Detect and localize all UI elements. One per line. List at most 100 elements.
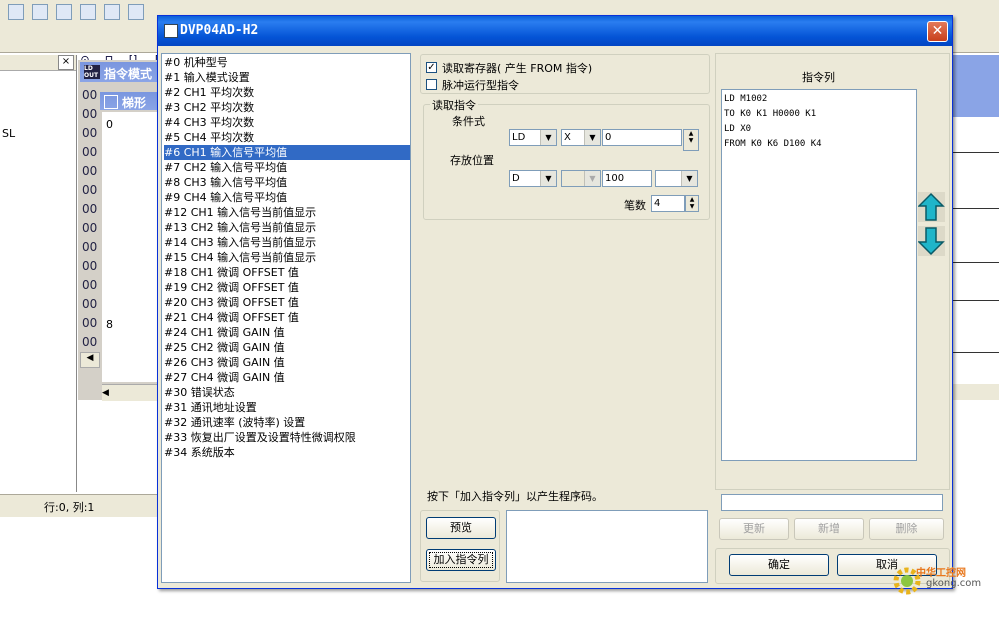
read-register-checkbox[interactable]: ✓ (426, 62, 437, 73)
count-input[interactable]: 4 (651, 195, 685, 212)
scroll-left-icon[interactable]: ◀ (80, 352, 100, 368)
cursor-position: 行:0, 列:1 (44, 501, 95, 514)
watermark-url: gkong.com (926, 578, 982, 589)
window-title-strip (952, 55, 999, 117)
chevron-down-icon: ▼ (681, 171, 697, 186)
list-item[interactable]: #2 CH1 平均次数 (164, 85, 410, 100)
row-label: 00 (82, 107, 98, 121)
preview-button[interactable]: 预览 (426, 517, 496, 539)
chevron-down-icon: ▼ (540, 171, 556, 186)
instruction-line: TO K0 K1 H0000 K1 (724, 109, 817, 119)
document-icon (164, 24, 178, 38)
row-label: 00 (82, 278, 98, 292)
watermark-brand: 中华工控网 (916, 568, 966, 579)
instruction-list-title: 指令列 (802, 71, 835, 84)
toolbar-icon[interactable] (8, 4, 24, 20)
ladder-icon (104, 95, 118, 109)
status-bar: 行:0, 列:1 (0, 494, 160, 517)
list-item[interactable]: #3 CH2 平均次数 (164, 100, 410, 115)
list-item[interactable]: #9 CH4 输入信号平均值 (164, 190, 410, 205)
count-label: 笔数 (624, 199, 646, 212)
add-to-list-button[interactable]: 加入指令列 (426, 549, 496, 571)
row-label: 00 (82, 164, 98, 178)
toolbar-icon[interactable] (32, 4, 48, 20)
instruction-line: FROM K0 K6 D100 K4 (724, 139, 822, 149)
ladder-rung-line (952, 208, 999, 209)
condition-spin[interactable]: ▲ ▼ (683, 129, 699, 151)
list-item[interactable]: #8 CH3 输入信号平均值 (164, 175, 410, 190)
list-item[interactable]: #1 输入模式设置 (164, 70, 410, 85)
list-item[interactable]: #19 CH2 微调 OFFSET 值 (164, 280, 410, 295)
dialog-title-bar[interactable]: DVP04AD-H2 ✕ (158, 16, 952, 46)
condition-value-input[interactable]: 0 (602, 129, 682, 146)
list-item[interactable]: #30 错误状态 (164, 385, 410, 400)
list-item[interactable]: #14 CH3 输入信号当前值显示 (164, 235, 410, 250)
list-item[interactable]: #34 系统版本 (164, 445, 410, 460)
list-item[interactable]: #0 机种型号 (164, 55, 410, 70)
update-button[interactable]: 更新 (719, 518, 789, 540)
row-label: 00 (82, 183, 98, 197)
ladder-title-text: 梯形 (122, 96, 147, 110)
close-button[interactable]: ✕ (927, 21, 948, 42)
condition-op-select[interactable]: LD ▼ (509, 129, 557, 146)
list-item[interactable]: #21 CH4 微调 OFFSET 值 (164, 310, 410, 325)
list-item[interactable]: #31 通讯地址设置 (164, 400, 410, 415)
toolbar-icon[interactable] (56, 4, 72, 20)
toolbar-icon[interactable] (104, 4, 120, 20)
list-item[interactable]: #18 CH1 微调 OFFSET 值 (164, 265, 410, 280)
horizontal-scrollbar[interactable] (952, 384, 999, 400)
list-item[interactable]: #7 CH2 输入信号平均值 (164, 160, 410, 175)
store-value-input[interactable]: 100 (602, 170, 652, 187)
ladder-area[interactable]: 0 8 (102, 112, 158, 382)
instruction-edit-input[interactable] (721, 494, 943, 511)
instruction-list-memo[interactable]: LD M1002 TO K0 K1 H0000 K1 LD X0 FROM K0… (721, 89, 917, 461)
pulse-checkbox[interactable] (426, 79, 437, 90)
list-item[interactable]: #33 恢复出厂设置及设置特性微调权限 (164, 430, 410, 445)
list-item[interactable]: #26 CH3 微调 GAIN 值 (164, 355, 410, 370)
row-label: 00 (82, 259, 98, 273)
arrow-down-icon (917, 227, 945, 256)
list-item[interactable]: #32 通讯速率 (波特率) 设置 (164, 415, 410, 430)
close-icon[interactable]: × (58, 55, 74, 70)
store-device-select[interactable]: D ▼ (509, 170, 557, 187)
project-pane-header: × (0, 55, 76, 71)
list-item[interactable]: #15 CH4 输入信号当前值显示 (164, 250, 410, 265)
project-pane: SL (0, 55, 77, 492)
list-item[interactable]: #4 CH3 平均次数 (164, 115, 410, 130)
toolbar-icon[interactable] (128, 4, 144, 20)
count-spin[interactable]: ▲ ▼ (685, 195, 699, 212)
add-new-button[interactable]: 新增 (794, 518, 864, 540)
pulse-label: 脉冲运行型指令 (442, 79, 519, 92)
list-item-selected[interactable]: #6 CH1 输入信号平均值 (164, 145, 410, 160)
register-list[interactable]: #0 机种型号 #1 输入模式设置 #2 CH1 平均次数 #3 CH2 平均次… (161, 53, 411, 583)
list-item[interactable]: #24 CH1 微调 GAIN 值 (164, 325, 410, 340)
condition-device-select[interactable]: X ▼ (561, 129, 601, 146)
dialog-title: DVP04AD-H2 (180, 23, 259, 38)
move-up-button[interactable] (917, 192, 945, 222)
store-last-select[interactable]: ▼ (655, 170, 698, 187)
ladder-cell-value: 8 (106, 318, 113, 331)
list-item[interactable]: #20 CH3 微调 OFFSET 值 (164, 295, 410, 310)
ladder-cell-value: 0 (106, 118, 113, 131)
condition-label: 条件式 (452, 115, 485, 128)
toolbar-icon[interactable] (80, 4, 96, 20)
list-item[interactable]: #25 CH2 微调 GAIN 值 (164, 340, 410, 355)
delete-button[interactable]: 删除 (869, 518, 944, 540)
ok-button[interactable]: 确定 (729, 554, 829, 576)
dvp04ad-dialog: DVP04AD-H2 ✕ #0 机种型号 #1 输入模式设置 #2 CH1 平均… (157, 15, 953, 589)
horizontal-scrollbar[interactable]: ◀ (102, 384, 158, 401)
ladder-rung-line (952, 152, 999, 153)
read-command-group-label: 读取指令 (430, 97, 478, 113)
list-item[interactable]: #13 CH2 输入信号当前值显示 (164, 220, 410, 235)
row-label: 00 (82, 221, 98, 235)
pane-text: SL (2, 127, 16, 140)
instruction-line: LD M1002 (724, 94, 768, 104)
row-label: 00 (82, 126, 98, 140)
list-item[interactable]: #12 CH1 输入信号当前值显示 (164, 205, 410, 220)
list-item[interactable]: #5 CH4 平均次数 (164, 130, 410, 145)
ld-out-icon: LD OUT (84, 65, 100, 79)
move-down-button[interactable] (917, 226, 945, 256)
instruction-line: LD X0 (724, 124, 752, 134)
read-register-label: 读取寄存器( 产生 FROM 指令) (442, 62, 593, 75)
list-item[interactable]: #27 CH4 微调 GAIN 值 (164, 370, 410, 385)
